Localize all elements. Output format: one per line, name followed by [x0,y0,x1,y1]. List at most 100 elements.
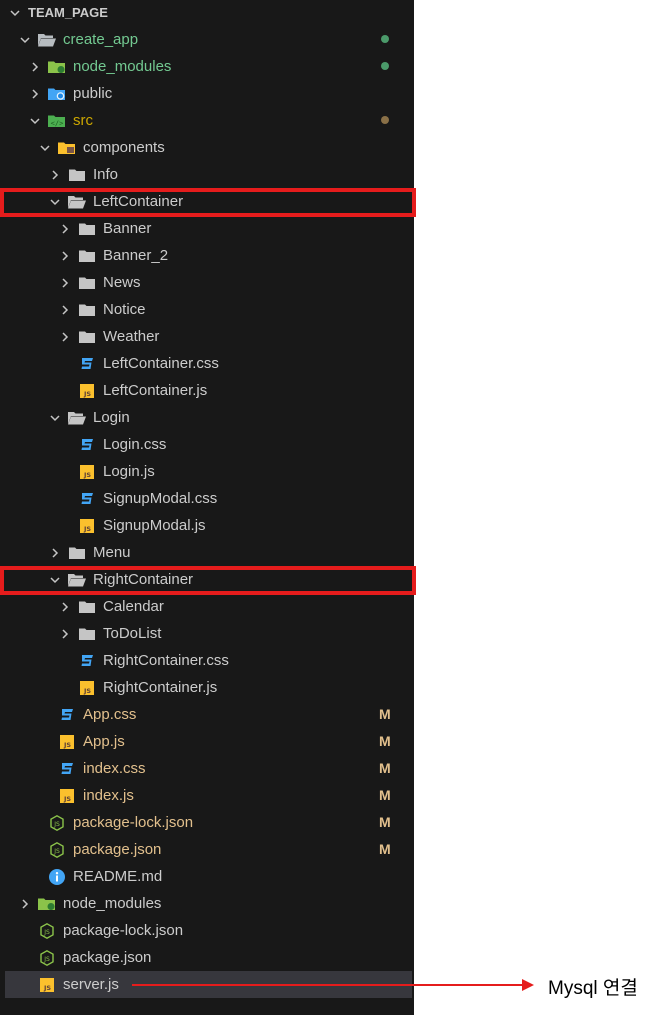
svg-text:JS: JS [43,929,50,936]
folder-item-public[interactable]: public [0,80,414,107]
file-item-leftcontainer-css[interactable]: LeftContainer.css [0,350,414,377]
chevron-right-icon[interactable] [58,600,72,614]
file-item-leftcontainer-js[interactable]: JS LeftContainer.js [0,377,414,404]
file-item-signupmodal-css[interactable]: SignupModal.css [0,485,414,512]
item-label: Banner [103,220,152,237]
node-modules-folder-icon [38,896,56,912]
svg-text:JS: JS [53,821,60,828]
chevron-right-icon[interactable] [58,276,72,290]
item-label: server.js [63,976,119,993]
item-label: App.css [83,706,137,723]
folder-item-info[interactable]: Info [0,161,414,188]
folder-item-components[interactable]: components [0,134,414,161]
folder-item-menu[interactable]: Menu [0,539,414,566]
folder-item-banner-2[interactable]: Banner_2 [0,242,414,269]
folder-icon [78,302,96,318]
chevron-down-icon[interactable] [48,573,62,587]
js-file-icon: JS [58,788,76,804]
folder-open-icon [68,194,86,210]
folder-item-src[interactable]: </> src [0,107,414,134]
item-label: README.md [73,868,163,885]
item-label: LeftContainer [93,193,184,210]
folder-item-news[interactable]: News [0,269,414,296]
file-item-login-css[interactable]: Login.css [0,431,414,458]
chevron-down-icon[interactable] [28,114,42,128]
item-label: index.js [83,787,134,804]
chevron-right-icon[interactable] [28,60,42,74]
file-item-server-js[interactable]: JS server.js [5,971,412,998]
file-item-signupmodal-js[interactable]: JS SignupModal.js [0,512,414,539]
folder-item-leftcontainer[interactable]: LeftContainer [0,188,414,215]
folder-item-login[interactable]: Login [0,404,414,431]
folder-icon [68,545,86,561]
chevron-down-icon[interactable] [48,195,62,209]
file-item-login-js[interactable]: JS Login.js [0,458,414,485]
file-item-app-css[interactable]: App.css M [0,701,414,728]
folder-item-weather[interactable]: Weather [0,323,414,350]
folder-item-node-modules[interactable]: node_modules [0,53,414,80]
file-item-rightcontainer-js[interactable]: JS RightContainer.js [0,674,414,701]
item-label: Notice [103,301,146,318]
chevron-down-icon[interactable] [8,6,22,20]
file-item-package-lock-json[interactable]: JS package-lock.json M [0,809,414,836]
js-file-icon: JS [78,383,96,399]
json-file-icon: JS [48,814,66,831]
folder-icon [78,329,96,345]
components-folder-icon [58,140,76,156]
chevron-right-icon[interactable] [58,330,72,344]
item-label: Weather [103,328,160,345]
folder-item-rightcontainer[interactable]: RightContainer [0,566,414,593]
item-label: package.json [63,949,152,966]
item-label: Login.css [103,436,167,453]
css-file-icon [58,707,76,723]
git-modified-badge: M [379,733,391,749]
chevron-down-icon[interactable] [18,33,32,47]
svg-text:JS: JS [43,956,50,963]
public-folder-icon [48,86,66,102]
chevron-right-icon[interactable] [48,546,62,560]
chevron-right-icon[interactable] [28,87,42,101]
json-file-icon: JS [48,841,66,858]
item-label: LeftContainer.js [103,382,208,399]
file-item-package-json[interactable]: JS package.json [0,944,414,971]
item-label: ToDoList [103,625,162,642]
file-item-rightcontainer-css[interactable]: RightContainer.css [0,647,414,674]
json-file-icon: JS [38,922,56,939]
chevron-right-icon[interactable] [18,897,32,911]
folder-item-todolist[interactable]: ToDoList [0,620,414,647]
file-item-app-js[interactable]: JS App.js M [0,728,414,755]
file-item-readme-md[interactable]: README.md [0,863,414,890]
file-item-package-lock-json[interactable]: JS package-lock.json [0,917,414,944]
folder-open-icon [38,32,56,48]
file-item-package-json[interactable]: JS package.json M [0,836,414,863]
chevron-right-icon[interactable] [58,627,72,641]
item-label: Info [93,166,119,183]
svg-text:JS: JS [83,471,91,479]
svg-text:JS: JS [63,795,71,803]
chevron-right-icon[interactable] [58,222,72,236]
css-file-icon [78,653,96,669]
item-label: Banner_2 [103,247,169,264]
git-modified-badge: M [379,706,391,722]
item-label: public [73,85,113,102]
git-status-dot [381,62,389,70]
chevron-right-icon[interactable] [58,249,72,263]
folder-item-banner[interactable]: Banner [0,215,414,242]
folder-item-create-app[interactable]: create_app [0,26,414,53]
item-label: Calendar [103,598,164,615]
file-item-index-css[interactable]: index.css M [0,755,414,782]
chevron-right-icon[interactable] [58,303,72,317]
chevron-right-icon[interactable] [48,168,62,182]
folder-item-calendar[interactable]: Calendar [0,593,414,620]
file-item-index-js[interactable]: JS index.js M [0,782,414,809]
js-file-icon: JS [38,977,56,993]
item-label: RightContainer [93,571,194,588]
folder-open-icon [68,410,86,426]
chevron-down-icon[interactable] [38,141,52,155]
git-status-dot [381,116,389,124]
annotation-label: Mysql 연결 [548,978,638,999]
chevron-down-icon[interactable] [48,411,62,425]
folder-item-node-modules[interactable]: node_modules [0,890,414,917]
folder-item-notice[interactable]: Notice [0,296,414,323]
folder-item-team-page[interactable]: TEAM_PAGE [0,0,414,26]
